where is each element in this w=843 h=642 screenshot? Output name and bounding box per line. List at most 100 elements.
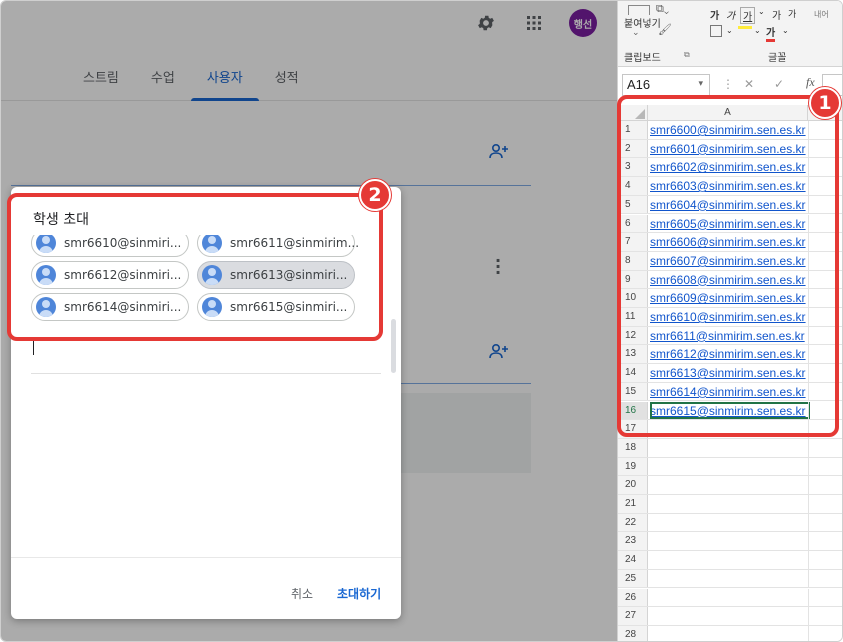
row-number[interactable]: 12 (618, 326, 648, 345)
spreadsheet-row[interactable]: 18 (618, 438, 842, 458)
row-number[interactable]: 5 (618, 195, 648, 214)
row-number[interactable]: 21 (618, 495, 648, 513)
email-chip-selected[interactable]: smr6613@sinmiri... (197, 261, 355, 289)
font-color-button[interactable]: 가 (766, 24, 776, 42)
row-number[interactable]: 28 (618, 625, 648, 641)
row-number[interactable]: 22 (618, 513, 648, 532)
enter-formula-icon[interactable]: ✓ (774, 77, 784, 91)
email-cell[interactable]: smr6610@sinmirim.sen.es.kr (650, 308, 810, 326)
row-number[interactable]: 26 (618, 588, 648, 607)
spreadsheet-row[interactable]: 17 (618, 420, 842, 439)
row-number[interactable]: 15 (618, 382, 648, 401)
italic-button[interactable]: 가 (726, 7, 735, 22)
email-cell[interactable]: smr6602@sinmirim.sen.es.kr (650, 158, 810, 176)
row-number[interactable]: 11 (618, 308, 648, 326)
row-number[interactable]: 8 (618, 251, 648, 270)
select-all-corner[interactable] (618, 105, 648, 121)
spreadsheet-row[interactable]: 27 (618, 607, 842, 626)
email-cell[interactable] (650, 532, 810, 550)
email-cell[interactable] (650, 439, 810, 457)
row-number[interactable]: 23 (618, 532, 648, 551)
format-painter-icon[interactable]: 🖌 (658, 23, 672, 36)
row-number[interactable]: 27 (618, 607, 648, 625)
email-cell[interactable] (650, 514, 810, 532)
email-cell[interactable]: smr6608@sinmirim.sen.es.kr (650, 271, 810, 289)
spreadsheet-row[interactable]: 12 smr6611@sinmirim.sen.es.kr (618, 326, 842, 346)
email-cell[interactable] (650, 420, 810, 438)
fill-color-icon[interactable] (738, 25, 752, 29)
email-cell[interactable] (650, 495, 810, 513)
email-cell[interactable]: smr6605@sinmirim.sen.es.kr (650, 215, 810, 233)
email-cell[interactable] (650, 589, 810, 607)
email-cell[interactable]: smr6611@sinmirim.sen.es.kr (650, 327, 810, 345)
fill-dropdown-icon[interactable]: ⌄ (754, 26, 761, 35)
spreadsheet-row[interactable]: 11 smr6610@sinmirim.sen.es.kr (618, 308, 842, 327)
name-box[interactable]: A16 ▾ (622, 74, 710, 96)
cancel-formula-icon[interactable]: ✕ (744, 77, 754, 91)
spreadsheet-row[interactable]: 20 (618, 476, 842, 495)
spreadsheet-row[interactable]: 25 (618, 569, 842, 589)
spreadsheet-row[interactable]: 23 (618, 532, 842, 552)
spreadsheet-row[interactable]: 26 (618, 588, 842, 608)
spreadsheet-row[interactable]: 5 smr6604@sinmirim.sen.es.kr (618, 195, 842, 215)
row-number[interactable]: 16 (618, 401, 648, 420)
email-cell[interactable]: smr6612@sinmirim.sen.es.kr (650, 345, 810, 363)
email-cell[interactable] (650, 626, 810, 641)
email-cell[interactable]: smr6606@sinmirim.sen.es.kr (650, 233, 810, 251)
column-header-a[interactable]: A (648, 105, 808, 121)
name-box-dropdown-icon[interactable]: ▾ (698, 78, 703, 89)
email-chip[interactable]: smr6611@sinmirim... (197, 235, 359, 257)
spreadsheet-row[interactable]: 10 smr6609@sinmirim.sen.es.kr (618, 289, 842, 308)
spreadsheet-row[interactable]: 13 smr6612@sinmirim.sen.es.kr (618, 345, 842, 365)
email-chip[interactable]: smr6610@sinmiri... (31, 235, 189, 257)
row-number[interactable]: 10 (618, 289, 648, 307)
bold-button[interactable]: 가 (710, 7, 719, 22)
paste-icon[interactable] (628, 5, 650, 15)
spreadsheet-row[interactable]: 7 smr6606@sinmirim.sen.es.kr (618, 233, 842, 252)
spreadsheet-row[interactable]: 4 smr6603@sinmirim.sen.es.kr (618, 177, 842, 196)
email-cell[interactable]: smr6615@sinmirim.sen.es.kr (650, 401, 810, 420)
row-number[interactable]: 1 (618, 121, 648, 139)
email-cell[interactable]: smr6613@sinmirim.sen.es.kr (650, 364, 810, 382)
email-cell[interactable] (650, 458, 810, 476)
borders-icon[interactable] (710, 25, 722, 37)
dialog-scrollbar[interactable] (391, 319, 396, 373)
email-cell[interactable]: smr6604@sinmirim.sen.es.kr (650, 196, 810, 214)
email-cell[interactable]: smr6603@sinmirim.sen.es.kr (650, 177, 810, 195)
row-number[interactable]: 24 (618, 551, 648, 569)
paste-label[interactable]: 붙여넣기 (624, 15, 661, 30)
email-cell[interactable] (650, 570, 810, 588)
spreadsheet-row[interactable]: 1 smr6600@sinmirim.sen.es.kr (618, 121, 842, 140)
spreadsheet-row[interactable]: 9 smr6608@sinmirim.sen.es.kr (618, 270, 842, 290)
row-number[interactable]: 4 (618, 177, 648, 195)
spreadsheet-row[interactable]: 2 smr6601@sinmirim.sen.es.kr (618, 139, 842, 159)
email-cell[interactable]: smr6607@sinmirim.sen.es.kr (650, 252, 810, 270)
row-number[interactable]: 14 (618, 364, 648, 382)
row-number[interactable]: 7 (618, 233, 648, 251)
row-number[interactable]: 9 (618, 270, 648, 289)
spreadsheet-row[interactable]: 14 smr6613@sinmirim.sen.es.kr (618, 364, 842, 383)
email-cell[interactable] (650, 551, 810, 569)
paste-dropdown-icon[interactable]: ⌄ (632, 27, 640, 38)
row-number[interactable]: 13 (618, 345, 648, 364)
row-number[interactable]: 2 (618, 139, 648, 158)
row-number[interactable]: 6 (618, 214, 648, 233)
spreadsheet-row[interactable]: 28 (618, 625, 842, 641)
email-cell[interactable] (650, 476, 810, 494)
email-cell[interactable]: smr6614@sinmirim.sen.es.kr (650, 383, 810, 401)
insert-function-icon[interactable]: fx (806, 75, 815, 90)
email-chip[interactable]: smr6612@sinmiri... (31, 261, 189, 289)
email-cell[interactable]: smr6601@sinmirim.sen.es.kr (650, 140, 810, 158)
invite-button[interactable]: 초대하기 (337, 585, 381, 602)
row-number[interactable]: 3 (618, 158, 648, 177)
spreadsheet-row[interactable]: 15 smr6614@sinmirim.sen.es.kr (618, 382, 842, 402)
underline-dropdown-icon[interactable]: ⌄ (758, 7, 765, 16)
email-cell[interactable]: smr6609@sinmirim.sen.es.kr (650, 289, 810, 307)
spreadsheet-row[interactable]: 8 smr6607@sinmirim.sen.es.kr (618, 251, 842, 271)
email-cell[interactable] (650, 607, 810, 625)
spreadsheet-row[interactable]: 3 smr6602@sinmirim.sen.es.kr (618, 158, 842, 178)
font-color-dropdown-icon[interactable]: ⌄ (782, 26, 789, 35)
spreadsheet-row[interactable]: 16 smr6615@sinmirim.sen.es.kr (618, 401, 842, 421)
underline-button[interactable]: 가 (740, 7, 756, 24)
email-cell[interactable]: smr6600@sinmirim.sen.es.kr (650, 121, 810, 139)
